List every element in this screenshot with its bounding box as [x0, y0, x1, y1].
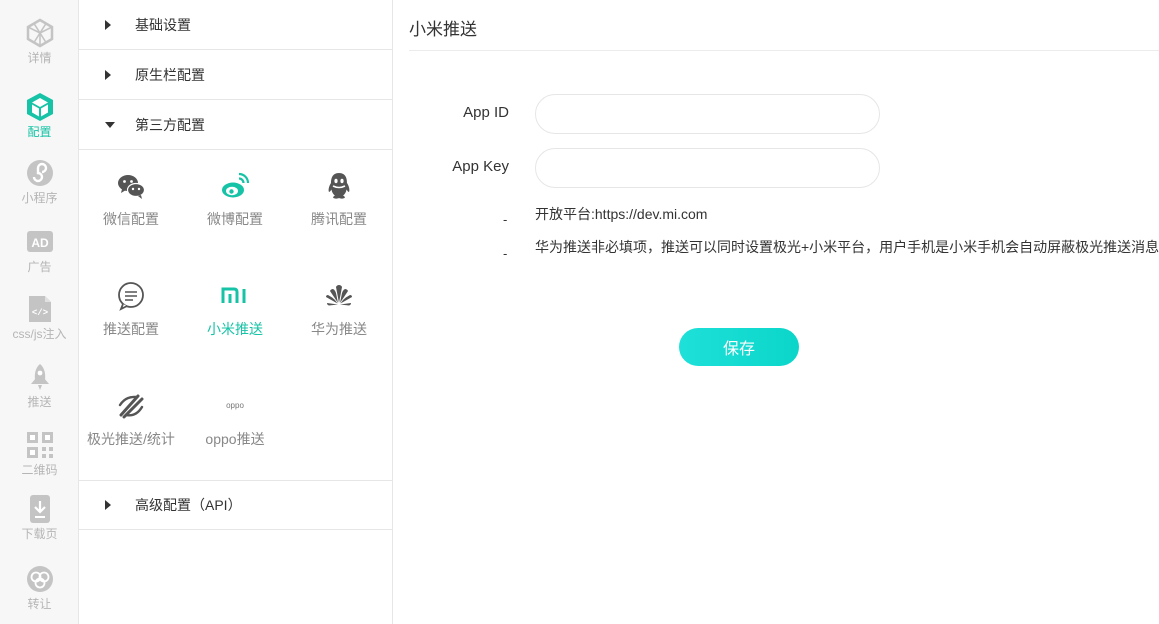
- rail-item-config[interactable]: 配置: [0, 92, 79, 152]
- section-native-bar-config[interactable]: 原生栏配置: [79, 50, 393, 100]
- caret-right-icon: [105, 500, 111, 510]
- third-item-label: 小米推送: [207, 321, 263, 337]
- cube-solid-icon: [26, 93, 53, 121]
- rail-item-push[interactable]: 推送: [0, 362, 79, 422]
- ad-icon: AD: [26, 231, 53, 252]
- rail-item-injection[interactable]: </> css/js注入: [0, 294, 79, 354]
- rail-item-label: 推送: [27, 395, 52, 409]
- code-file-icon: </>: [28, 296, 51, 322]
- transfer-icon: [26, 566, 53, 592]
- rail-item-label: 详情: [27, 51, 52, 65]
- third-item-tencent[interactable]: 腾讯配置: [287, 171, 391, 251]
- third-item-label: 推送配置: [103, 321, 159, 337]
- third-item-huawei-push[interactable]: 华为推送: [287, 281, 391, 361]
- rail-item-qrcode[interactable]: 二维码: [0, 430, 79, 490]
- third-item-label: 极光推送/统计: [87, 431, 175, 447]
- save-button[interactable]: 保存: [679, 328, 799, 366]
- rail-item-miniprogram[interactable]: 小程序: [0, 158, 79, 218]
- third-item-jpush[interactable]: 极光推送/统计: [79, 391, 183, 471]
- svg-text:oppo: oppo: [226, 401, 244, 410]
- config-panel: 基础设置 原生栏配置 第三方配置 微信配置 微博配置 腾讯配置 推送配置 小米推…: [79, 0, 393, 624]
- section-third-party-config[interactable]: 第三方配置: [79, 100, 393, 150]
- section-basic-settings[interactable]: 基础设置: [79, 0, 393, 50]
- rail-item-label: 配置: [27, 125, 52, 139]
- weibo-icon: [222, 172, 250, 198]
- note-bullet: -: [503, 212, 508, 227]
- rail-item-label: 小程序: [21, 191, 58, 205]
- third-item-weibo[interactable]: 微博配置: [183, 171, 287, 251]
- rail-item-label: 广告: [27, 260, 52, 274]
- huawei-icon: [326, 285, 352, 306]
- third-item-oppo-push[interactable]: oppo oppo推送: [183, 391, 287, 471]
- rail-item-label: css/js注入: [12, 327, 67, 341]
- app-id-input[interactable]: [535, 94, 880, 134]
- note-bullet: -: [503, 246, 508, 261]
- push-hint-note: 华为推送非必填项，推送可以同时设置极光+小米平台，用户手机是小米手机会自动屏蔽极…: [535, 239, 1159, 255]
- section-label: 高级配置（API）: [135, 497, 242, 513]
- third-item-label: 腾讯配置: [311, 211, 367, 227]
- app-key-input[interactable]: [535, 148, 880, 188]
- jpush-icon: [118, 394, 144, 419]
- icon-rail: 详情 配置 小程序 AD 广告 </> css/js注入 推送 二维码 下载页 …: [0, 0, 79, 624]
- third-item-push[interactable]: 推送配置: [79, 281, 183, 361]
- cube-outline-icon: [26, 18, 53, 48]
- chat-bubble-icon: [118, 282, 144, 311]
- rail-item-details[interactable]: 详情: [0, 18, 79, 78]
- caret-right-icon: [105, 69, 111, 80]
- third-item-xiaomi-push[interactable]: 小米推送: [183, 281, 287, 361]
- app-key-label: App Key: [452, 158, 509, 175]
- caret-down-icon: [105, 121, 115, 128]
- svg-text:</>: </>: [31, 308, 47, 318]
- download-icon: [29, 495, 50, 523]
- title-divider: [409, 50, 1159, 51]
- rail-item-download[interactable]: 下载页: [0, 494, 79, 554]
- rail-item-label: 下载页: [21, 527, 58, 541]
- rail-item-label: 转让: [27, 597, 52, 611]
- third-item-label: 微信配置: [103, 211, 159, 227]
- rail-item-label: 二维码: [21, 463, 58, 477]
- oppo-icon: oppo: [226, 401, 244, 410]
- open-platform-note: 开放平台:https://dev.mi.com: [535, 206, 708, 222]
- rocket-icon: [30, 364, 49, 390]
- section-label: 第三方配置: [135, 116, 205, 133]
- miniprogram-icon: [26, 160, 53, 186]
- rail-item-ad[interactable]: AD 广告: [0, 227, 79, 287]
- qrcode-icon: [26, 432, 53, 458]
- section-label: 原生栏配置: [135, 66, 205, 83]
- main-content: 小米推送 App ID App Key - 开放平台:https://dev.m…: [393, 0, 1159, 624]
- page-title: 小米推送: [409, 20, 477, 39]
- third-item-label: 微博配置: [207, 211, 263, 227]
- caret-right-icon: [105, 19, 111, 30]
- section-advanced-config[interactable]: 高级配置（API）: [79, 480, 393, 530]
- qq-icon: [328, 173, 350, 199]
- third-item-label: oppo推送: [205, 431, 265, 447]
- wechat-icon: [118, 175, 146, 199]
- xiaomi-icon: [221, 287, 246, 303]
- app-id-label: App ID: [463, 104, 509, 121]
- rail-item-transfer[interactable]: 转让: [0, 564, 79, 624]
- third-item-wechat[interactable]: 微信配置: [79, 171, 183, 251]
- third-item-label: 华为推送: [311, 321, 367, 337]
- svg-text:AD: AD: [31, 236, 49, 250]
- section-label: 基础设置: [135, 16, 191, 33]
